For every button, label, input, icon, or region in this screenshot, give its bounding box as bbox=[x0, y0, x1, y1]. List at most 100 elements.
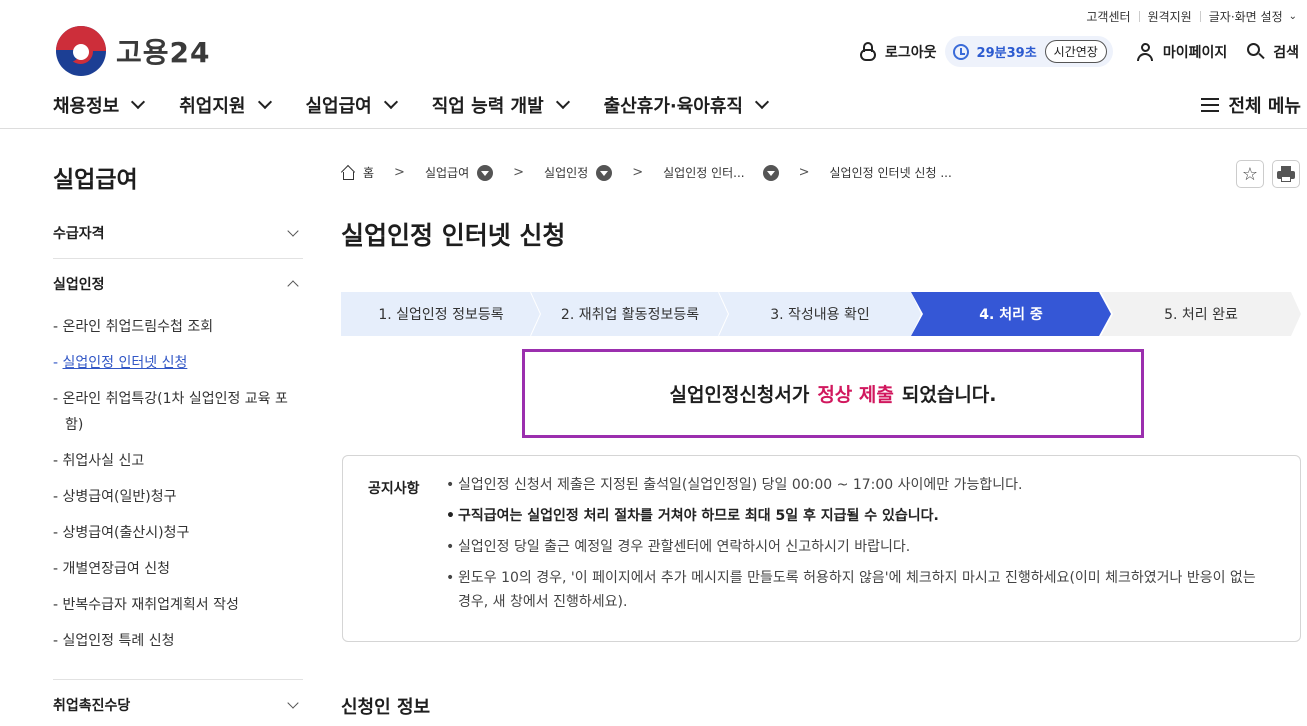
sidebar-item[interactable]: - 온라인 취업특강(1차 실업인정 교육 포함) bbox=[53, 381, 303, 443]
breadcrumb: 홈 > 실업급여 > 실업인정 > 실업인정 인터... > 실업인정 인터넷 … bbox=[340, 164, 952, 181]
sidebar-item[interactable]: - 온라인 취업드림수첩 조회 bbox=[53, 309, 303, 345]
nav-item-employment-support[interactable]: 취업지원 bbox=[179, 92, 272, 118]
mypage-label: 마이페이지 bbox=[1162, 44, 1228, 61]
message-text: 되었습니다. bbox=[901, 384, 997, 406]
search-button[interactable]: 검색 bbox=[1227, 42, 1299, 62]
sidebar-item[interactable]: - 취업사실 신고 bbox=[53, 443, 303, 479]
chevron-down-icon bbox=[287, 697, 299, 709]
step-1: 1. 실업인정 정보등록 bbox=[341, 292, 541, 336]
chevron-down-icon bbox=[754, 94, 770, 110]
sidebar-item[interactable]: - 상병급여(일반)청구 bbox=[53, 479, 303, 515]
nav-item-skills-development[interactable]: 직업 능력 개발 bbox=[432, 92, 570, 118]
breadcrumb-home[interactable]: 홈 bbox=[363, 164, 374, 181]
chevron-down-icon bbox=[555, 94, 570, 110]
sidebar-title: 실업급여 bbox=[53, 167, 138, 193]
nav-label: 채용정보 bbox=[53, 96, 120, 117]
main-nav: 채용정보 취업지원 실업급여 직업 능력 개발 출산휴가·육아휴직 bbox=[53, 92, 803, 118]
chevron-right-icon: > bbox=[513, 165, 525, 180]
breadcrumb-item[interactable]: 실업인정 인터... bbox=[663, 164, 745, 181]
section-title-applicant: 신청인 정보 bbox=[341, 697, 431, 718]
star-icon: ☆ bbox=[1241, 163, 1259, 185]
step-2: 2. 재취업 활동정보등록 bbox=[531, 292, 729, 336]
divider bbox=[1138, 11, 1140, 22]
sidebar: 수급자격 실업인정 - 온라인 취업드림수첩 조회 - 실업인정 인터넷 신청 … bbox=[53, 208, 303, 726]
dropdown-icon[interactable] bbox=[477, 164, 494, 181]
chevron-up-icon bbox=[287, 280, 299, 292]
dropdown-icon[interactable] bbox=[762, 164, 779, 181]
session-timer: 29분39초 시간연장 bbox=[944, 36, 1113, 67]
sidebar-item[interactable]: - 반복수급자 재취업계획서 작성 bbox=[53, 587, 303, 623]
nav-item-jobs[interactable]: 채용정보 bbox=[53, 92, 146, 118]
sidebar-item-active[interactable]: - 실업인정 인터넷 신청 bbox=[53, 345, 303, 381]
logo-text: 고용24 bbox=[116, 36, 211, 69]
nav-item-parental-leave[interactable]: 출산휴가·육아휴직 bbox=[603, 92, 770, 118]
utility-bar: 고객센터 원격지원 글자·화면 설정 ⌄ bbox=[1086, 8, 1297, 25]
breadcrumb-item[interactable]: 실업인정 bbox=[544, 164, 588, 181]
message-text: 실업인정신청서가 bbox=[669, 384, 810, 406]
all-menu-label: 전체 메뉴 bbox=[1228, 96, 1301, 117]
notice-list: 실업인정 신청서 제출은 지정된 출석일(실업인정일) 당일 00:00 ~ 1… bbox=[446, 473, 1266, 621]
chevron-down-icon bbox=[287, 225, 299, 237]
chevron-right-icon: > bbox=[632, 165, 644, 180]
step-3: 3. 작성내용 확인 bbox=[719, 292, 921, 336]
display-settings-link[interactable]: 글자·화면 설정 bbox=[1209, 8, 1283, 25]
site-logo[interactable]: 고용24 bbox=[56, 26, 211, 76]
breadcrumb-current: 실업인정 인터넷 신청 ... bbox=[829, 166, 952, 180]
search-label: 검색 bbox=[1273, 44, 1299, 61]
taegeuk-emblem-icon bbox=[56, 26, 106, 76]
step-label: 5. 처리 완료 bbox=[1164, 307, 1238, 323]
nav-item-unemployment-benefit[interactable]: 실업급여 bbox=[306, 92, 398, 118]
divider bbox=[1199, 11, 1201, 22]
nav-label: 취업지원 bbox=[179, 96, 246, 117]
sidebar-item[interactable]: - 상병급여(출산시)청구 bbox=[53, 515, 303, 551]
chevron-right-icon: > bbox=[394, 165, 405, 180]
sidebar-item[interactable]: - 실업인정 특례 신청 bbox=[53, 623, 303, 659]
submission-message: 실업인정신청서가 정상 제출 되었습니다. bbox=[522, 349, 1144, 438]
printer-icon bbox=[1277, 166, 1295, 182]
home-icon bbox=[340, 164, 356, 180]
sidebar-group-certification[interactable]: 실업인정 bbox=[53, 259, 303, 309]
clock-icon bbox=[952, 43, 969, 60]
sidebar-group-eligibility[interactable]: 수급자격 bbox=[53, 208, 303, 258]
chevron-down-icon bbox=[383, 94, 398, 110]
step-4-current: 4. 처리 중 bbox=[911, 292, 1111, 336]
chevron-down-icon bbox=[257, 94, 272, 110]
logout-button[interactable]: 로그아웃 bbox=[859, 41, 937, 62]
print-button[interactable] bbox=[1272, 160, 1300, 188]
notice-label: 공지사항 bbox=[368, 481, 420, 497]
sidebar-group-job-promotion[interactable]: 취업촉진수당 bbox=[53, 680, 303, 726]
session-time: 29분39초 bbox=[976, 46, 1037, 61]
notice-box: 공지사항 실업인정 신청서 제출은 지정된 출석일(실업인정일) 당일 00:0… bbox=[342, 455, 1301, 642]
step-label: 4. 처리 중 bbox=[979, 307, 1043, 323]
dropdown-icon[interactable] bbox=[596, 164, 613, 181]
sidebar-item[interactable]: - 개별연장급여 신청 bbox=[53, 551, 303, 587]
header-divider bbox=[0, 128, 1307, 129]
step-label: 3. 작성내용 확인 bbox=[770, 307, 870, 323]
extend-session-button[interactable]: 시간연장 bbox=[1044, 40, 1107, 63]
mypage-button[interactable]: 마이페이지 bbox=[1113, 42, 1227, 62]
chevron-down-icon: ⌄ bbox=[1288, 11, 1297, 22]
lock-icon bbox=[859, 41, 877, 62]
remote-support-link[interactable]: 원격지원 bbox=[1148, 8, 1192, 25]
sidebar-submenu: - 온라인 취업드림수첩 조회 - 실업인정 인터넷 신청 - 온라인 취업특강… bbox=[53, 309, 303, 679]
favorite-button[interactable]: ☆ bbox=[1236, 160, 1264, 188]
logout-label: 로그아웃 bbox=[885, 44, 937, 61]
notice-item: 실업인정 당일 출근 예정일 경우 관할센터에 연락하시어 신고하시기 바랍니다… bbox=[446, 535, 1266, 559]
page-title: 실업인정 인터넷 신청 bbox=[341, 221, 566, 250]
progress-steps: 1. 실업인정 정보등록 2. 재취업 활동정보등록 3. 작성내용 확인 4.… bbox=[341, 292, 1301, 336]
chevron-down-icon bbox=[131, 94, 146, 110]
header-actions: 로그아웃 29분39초 시간연장 마이페이지 검색 bbox=[859, 36, 1299, 67]
customer-center-link[interactable]: 고객센터 bbox=[1086, 8, 1130, 25]
chevron-right-icon: > bbox=[798, 165, 810, 180]
hamburger-icon bbox=[1201, 98, 1220, 112]
breadcrumb-item[interactable]: 실업급여 bbox=[425, 164, 469, 181]
nav-label: 출산휴가·육아휴직 bbox=[603, 96, 743, 117]
sidebar-group-label: 실업인정 bbox=[53, 277, 105, 293]
notice-item-bold: 구직급여는 실업인정 처리 절차를 거쳐야 하므로 최대 5일 후 지급될 수 … bbox=[446, 504, 1266, 528]
notice-item: 실업인정 신청서 제출은 지정된 출석일(실업인정일) 당일 00:00 ~ 1… bbox=[446, 473, 1266, 497]
sidebar-group-label: 취업촉진수당 bbox=[53, 698, 131, 714]
step-label: 2. 재취업 활동정보등록 bbox=[560, 307, 700, 323]
all-menu-button[interactable]: 전체 메뉴 bbox=[1201, 92, 1301, 118]
step-label: 1. 실업인정 정보등록 bbox=[378, 307, 504, 323]
person-icon bbox=[1136, 42, 1153, 61]
